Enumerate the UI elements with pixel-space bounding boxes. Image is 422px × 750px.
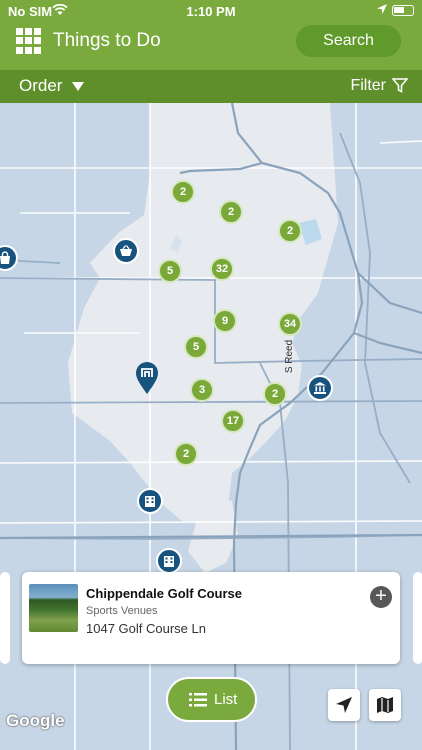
caret-down-icon [72, 82, 85, 92]
add-plus-icon[interactable]: + [370, 586, 392, 608]
place-card[interactable]: Chippendale Golf Course Sports Venues 10… [22, 572, 400, 664]
place-thumbnail [29, 584, 78, 632]
list-view-button[interactable]: List [166, 677, 257, 722]
filter-label: Filter [350, 77, 386, 94]
building-poi-icon[interactable] [137, 488, 163, 514]
battery-icon [392, 5, 414, 16]
street-label: S Reed [284, 339, 296, 374]
map-type-button[interactable] [369, 689, 401, 721]
map-cluster[interactable]: 2 [219, 200, 243, 224]
map-cluster[interactable]: 9 [213, 309, 237, 333]
map-cluster[interactable]: 2 [263, 382, 287, 406]
location-arrow-icon [376, 3, 388, 18]
place-address: 1047 Golf Course Ln [86, 621, 206, 636]
map-cluster[interactable]: 3 [190, 378, 214, 402]
search-button[interactable]: Search [296, 25, 401, 57]
map-cluster[interactable]: 2 [174, 442, 198, 466]
map-cluster[interactable]: 34 [278, 312, 302, 336]
map-cluster[interactable]: 32 [210, 257, 234, 281]
my-location-button[interactable] [328, 689, 360, 721]
shopping-basket-poi-icon[interactable] [113, 238, 139, 264]
page-title: Things to Do [53, 30, 161, 51]
menu-grid-icon[interactable] [16, 28, 42, 54]
status-bar: No SIM 1:10 PM [0, 0, 422, 22]
building-poi-icon[interactable] [156, 548, 182, 574]
google-logo: Google [6, 711, 65, 730]
navigation-arrow-icon [336, 697, 352, 713]
map-cluster[interactable]: 17 [221, 409, 245, 433]
order-label: Order [19, 76, 63, 95]
order-dropdown[interactable]: Order [19, 76, 85, 96]
map-cluster[interactable]: 2 [171, 180, 195, 204]
selected-location-pin-icon[interactable] [135, 361, 159, 395]
map-cluster[interactable]: 5 [158, 259, 182, 283]
clock: 1:10 PM [186, 4, 236, 19]
list-button-label: List [214, 691, 238, 708]
list-icon [189, 693, 207, 707]
map-cluster[interactable]: 2 [278, 219, 302, 243]
filter-button[interactable]: Filter [350, 77, 409, 95]
filter-funnel-icon [391, 78, 409, 93]
next-card-peek[interactable] [413, 572, 422, 664]
museum-poi-icon[interactable] [307, 375, 333, 401]
folded-map-icon [377, 697, 393, 713]
place-category: Sports Venues [86, 605, 158, 617]
place-name: Chippendale Golf Course [86, 586, 243, 601]
sort-filter-bar: Order Filter [0, 70, 422, 103]
app-header: Things to Do Search [0, 22, 422, 70]
map-cluster[interactable]: 5 [184, 335, 208, 359]
previous-card-peek[interactable] [0, 572, 10, 664]
